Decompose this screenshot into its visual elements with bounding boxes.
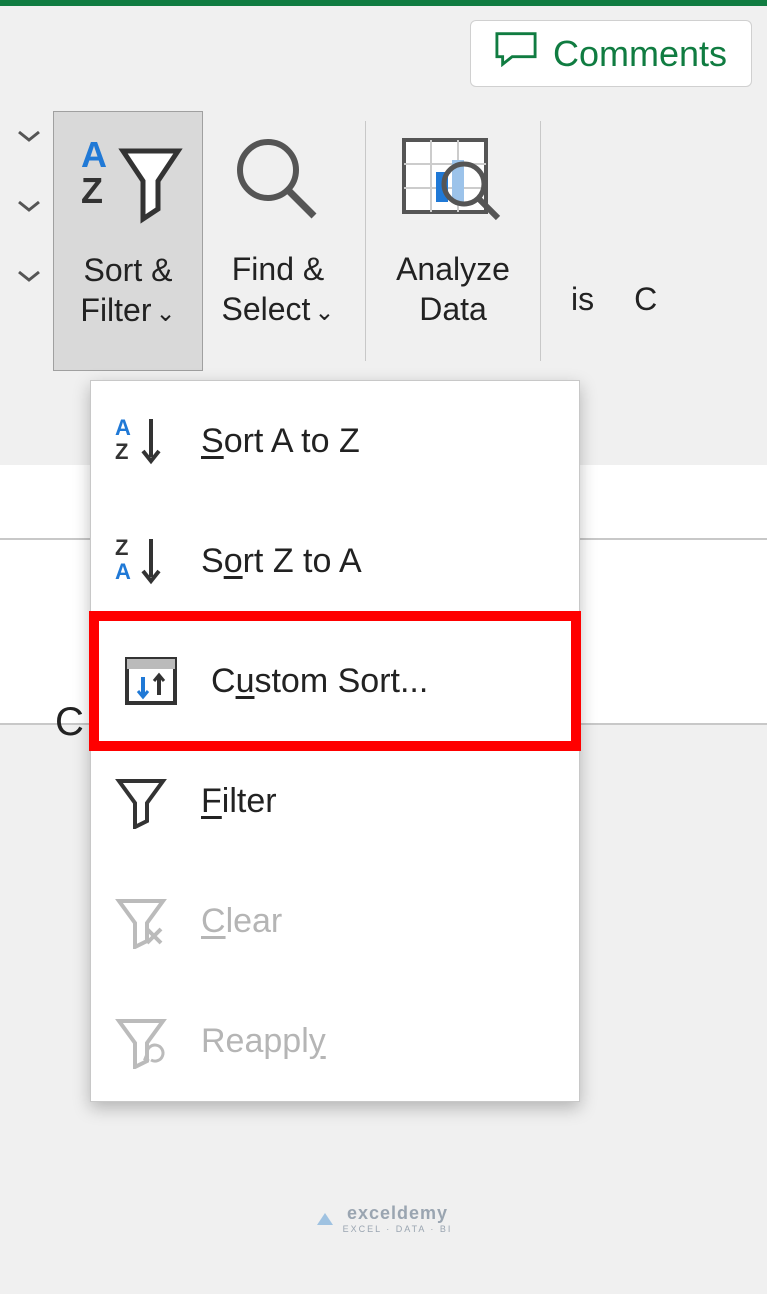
sort-filter-icon: A Z (73, 116, 183, 246)
svg-text:A: A (81, 134, 107, 175)
sort-filter-dropdown: A Z SSort A to Zort A to Z Z A Sort Z to… (90, 380, 580, 1102)
menu-clear: Clear (91, 861, 579, 981)
analyze-data-icon (398, 115, 508, 245)
watermark: exceldemy EXCEL · DATA · BI (0, 1203, 767, 1234)
title-bar-region: Comments (0, 6, 767, 101)
comments-label: Comments (553, 33, 727, 75)
chevron-down-icon[interactable] (15, 196, 43, 221)
sort-asc-icon: A Z (113, 413, 169, 469)
reapply-filter-icon (113, 1013, 169, 1069)
menu-label: SSort A to Zort A to Z (201, 422, 557, 461)
ribbon-chevron-stack (0, 111, 53, 291)
menu-custom-sort[interactable]: Custom Sort... (89, 611, 581, 751)
find-and-select-button[interactable]: Find & Select⌄ (203, 111, 353, 371)
sort-and-filter-button[interactable]: A Z Sort & Filter⌄ (53, 111, 203, 371)
find-and-select-label: Find & Select⌄ (221, 249, 334, 329)
svg-text:Z: Z (81, 170, 103, 211)
svg-text:Z: Z (115, 439, 128, 464)
sort-and-filter-label: Sort & Filter⌄ (80, 250, 175, 330)
ribbon-cutoff-text: is C (553, 111, 657, 318)
comment-icon (495, 31, 537, 76)
comments-button[interactable]: Comments (470, 20, 752, 87)
filter-icon (113, 773, 169, 829)
svg-text:A: A (115, 559, 131, 584)
svg-text:Z: Z (115, 535, 128, 560)
analyze-data-label: Analyze Data (396, 249, 510, 329)
menu-label: Custom Sort... (211, 662, 547, 701)
worksheet-cell-text: C (55, 700, 84, 745)
find-icon (228, 115, 328, 245)
chevron-down-icon[interactable] (15, 266, 43, 291)
menu-label: Filter (201, 782, 557, 821)
menu-label: Sort Z to A (201, 542, 557, 581)
sort-desc-icon: Z A (113, 533, 169, 589)
menu-label: Reapply (201, 1022, 557, 1061)
menu-filter[interactable]: Filter (91, 741, 579, 861)
chevron-down-icon[interactable] (15, 126, 43, 151)
menu-label: Clear (201, 902, 557, 941)
custom-sort-icon (123, 653, 179, 709)
svg-text:A: A (115, 415, 131, 440)
menu-reapply: Reapply (91, 981, 579, 1101)
analyze-data-button[interactable]: Analyze Data (378, 111, 528, 371)
clear-filter-icon (113, 893, 169, 949)
menu-sort-z-to-a[interactable]: Z A Sort Z to A (91, 501, 579, 621)
ribbon-divider (365, 121, 366, 361)
menu-sort-a-to-z[interactable]: A Z SSort A to Zort A to Z (91, 381, 579, 501)
ribbon: A Z Sort & Filter⌄ Find & Select⌄ (0, 101, 767, 376)
ribbon-divider (540, 121, 541, 361)
